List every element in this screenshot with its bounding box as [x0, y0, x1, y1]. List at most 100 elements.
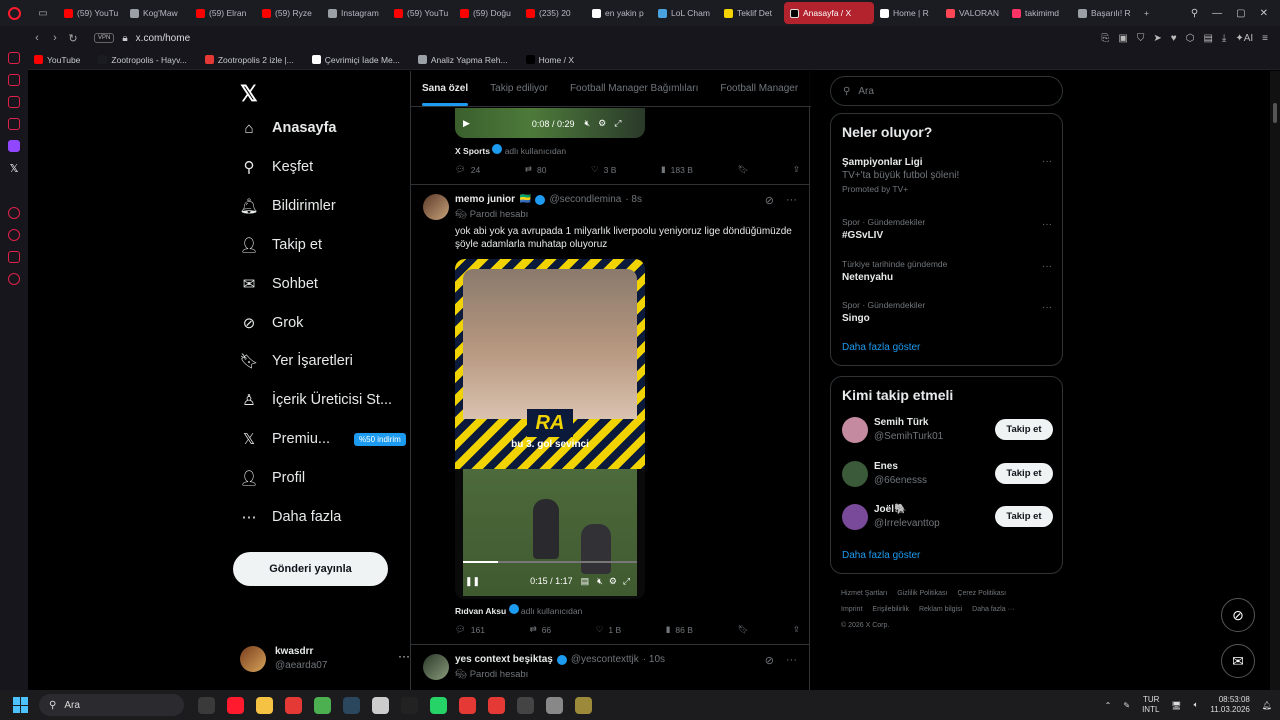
trend-item[interactable]: Spor · Gündemdekiler Singo ··· [842, 300, 1052, 324]
browser-tab[interactable]: Başarılı! R [1072, 2, 1138, 24]
more-icon[interactable]: ··· [786, 654, 797, 667]
taskbar-app-icon[interactable] [401, 696, 418, 714]
vpn-badge[interactable]: VPN [94, 33, 115, 43]
page-scrollbar[interactable] [1270, 71, 1280, 690]
instagram-icon[interactable] [8, 96, 20, 108]
reply-button[interactable]: 💬︎ 24 [455, 164, 480, 175]
account-switcher[interactable]: kwasdrr @aearda07 ··· [240, 643, 410, 675]
taskbar-app-icon[interactable] [488, 696, 505, 714]
browser-tab[interactable]: takimimd [1006, 2, 1072, 24]
follow-button[interactable]: Takip et [995, 506, 1053, 527]
who-to-follow-item[interactable]: Joël🐘 @Irrelevanttop Takip et [842, 502, 1053, 532]
reply-button[interactable]: 💬︎ 161 [455, 624, 485, 635]
taskbar-app-icon[interactable] [256, 696, 273, 714]
like-button[interactable]: ♡ 1 B [596, 624, 621, 635]
send-icon[interactable]: ➤ [1153, 33, 1161, 44]
nav-item-bell[interactable]: 🔔︎ Bildirimler [239, 197, 335, 215]
browser-tab[interactable]: (59) Ryze [256, 2, 322, 24]
search-tabs-icon[interactable]: ⚲ [1191, 8, 1198, 19]
cube-icon[interactable]: ⬡ [1186, 33, 1195, 44]
pen-icon[interactable]: ✎ [1123, 701, 1130, 710]
nav-item-premium[interactable]: 𝕏 Premiu... %50 indirim [240, 430, 406, 448]
views-button[interactable]: ▮ 86 B [666, 624, 693, 635]
footer-link[interactable]: Hizmet Şartları [841, 590, 887, 597]
who-to-follow-item[interactable]: Semih Türk @SemihTurk01 Takip et [842, 415, 1053, 445]
avatar[interactable] [423, 194, 449, 220]
tray-chevron-icon[interactable]: ⌃ [1105, 701, 1112, 710]
mute-icon[interactable]: 🔇︎ [597, 576, 603, 587]
browser-tab[interactable]: VALORAN [940, 2, 1006, 24]
who-to-follow-item[interactable]: Enes @66enesss Takip et [842, 459, 1053, 489]
settings-icon[interactable]: ⚙ [598, 118, 606, 129]
nav-item-grok[interactable]: ⊘ Grok [240, 314, 304, 332]
fullscreen-icon[interactable]: ⤢ [614, 118, 621, 129]
follow-button[interactable]: Takip et [995, 462, 1053, 484]
timeline-tab[interactable]: Takip ediliyor [479, 83, 559, 94]
browser-tab[interactable]: Instagram [322, 2, 388, 24]
footer-link[interactable]: Imprint [841, 606, 862, 613]
footer-link[interactable]: Erişilebilirlik [872, 606, 909, 613]
taskbar-search[interactable]: ⚲ Ara [39, 694, 184, 716]
timeline-tab[interactable]: Football Manager Bağımlıları [559, 83, 709, 94]
twitch-icon[interactable] [8, 140, 20, 152]
heart-icon[interactable]: ♥ [1171, 33, 1177, 44]
more-icon[interactable]: ··· [1042, 302, 1052, 313]
play-icon[interactable]: ▶ [463, 118, 470, 129]
bookmark-item[interactable]: Analiz Yapma Reh... [417, 55, 508, 65]
history-icon[interactable] [8, 229, 20, 241]
who-show-more[interactable]: Daha fazla göster [842, 550, 920, 561]
pinboard-icon[interactable] [8, 118, 20, 130]
nav-item-mail[interactable]: ✉ Sohbet [240, 275, 318, 293]
tab-overview-icon[interactable]: ▭ [28, 8, 58, 19]
pause-icon[interactable]: ❚❚ [465, 576, 480, 587]
author-handle[interactable]: @yescontexttjk [571, 654, 639, 665]
url-field[interactable]: x.com/home [136, 33, 190, 44]
footer-link[interactable]: Gizlilik Politikası [897, 590, 947, 597]
grok-icon[interactable]: ⊘ [765, 194, 774, 207]
clock[interactable]: 08:53:08 11.03.2026 [1210, 695, 1249, 715]
more-icon[interactable]: ··· [398, 649, 410, 663]
bookmark-page-icon[interactable]: ⎘ [1101, 33, 1109, 44]
post-button[interactable]: Gönderi yayınla [233, 552, 388, 586]
more-icon[interactable]: ··· [1042, 261, 1052, 272]
taskbar-app-icon[interactable] [372, 696, 389, 714]
nav-item-follow[interactable]: 👤︎ Takip et [239, 236, 322, 254]
nav-item-profile[interactable]: 👤︎ Profil [239, 469, 305, 487]
minimize-button[interactable]: — [1212, 8, 1222, 19]
opera-menu-icon[interactable] [0, 0, 28, 26]
taskbar-app-icon[interactable] [314, 696, 331, 714]
trend-item[interactable]: Türkiye tarihinde gündemde Netenyahu ··· [842, 259, 1052, 283]
taskbar-app-icon[interactable] [517, 696, 534, 714]
scrollbar-thumb[interactable] [1273, 103, 1277, 123]
tweet-time[interactable]: · 8s [625, 194, 642, 205]
grok-icon[interactable]: ⊘ [765, 654, 774, 667]
forward-icon[interactable]: › [46, 32, 64, 44]
video-source-name[interactable]: Rıdvan Aksu [455, 606, 506, 616]
video-progress[interactable] [463, 561, 637, 563]
keyboard-layout[interactable]: TUR INTL [1142, 695, 1159, 715]
previous-video[interactable]: ▶ 0:08 / 0:29 🔇︎ ⚙ ⤢ [455, 108, 645, 138]
browser-tab[interactable]: en yakin p [586, 2, 652, 24]
browser-tab[interactable]: Anasayfa / X [784, 2, 874, 24]
browser-tab[interactable]: Home | R [874, 2, 940, 24]
browser-tab[interactable]: (59) Doğu [454, 2, 520, 24]
nav-item-bookmark[interactable]: 🔖︎ Yer İşaretleri [239, 352, 352, 370]
tweet-time[interactable]: · 10s [643, 654, 665, 665]
nav-item-more[interactable]: ⋯ Daha fazla [240, 508, 342, 526]
author-name[interactable]: memo junior [455, 194, 515, 205]
x-sidebar-icon[interactable]: 𝕏 [10, 162, 19, 175]
download-icon[interactable]: ⤓ [1222, 33, 1226, 44]
nav-item-search[interactable]: ⚲ Keşfet [240, 158, 314, 176]
share-button[interactable]: ⇪ [793, 624, 800, 635]
snapshot-icon[interactable]: ▣ [1118, 33, 1127, 44]
shield-icon[interactable]: ⛉ [1137, 33, 1145, 44]
fullscreen-icon[interactable]: ⤢ [623, 576, 630, 587]
nav-item-home[interactable]: ⌂ Anasayfa [240, 119, 336, 137]
bookmark-item[interactable]: Zootropolis 2 izle |... [204, 55, 294, 65]
taskbar-app-icon[interactable] [343, 696, 360, 714]
maximize-button[interactable]: ▢ [1236, 8, 1245, 19]
footer-link[interactable]: Reklam bilgisi [919, 606, 962, 613]
avatar[interactable] [423, 654, 449, 680]
extensions-icon[interactable] [8, 251, 20, 263]
windows-start-icon[interactable] [13, 697, 29, 713]
